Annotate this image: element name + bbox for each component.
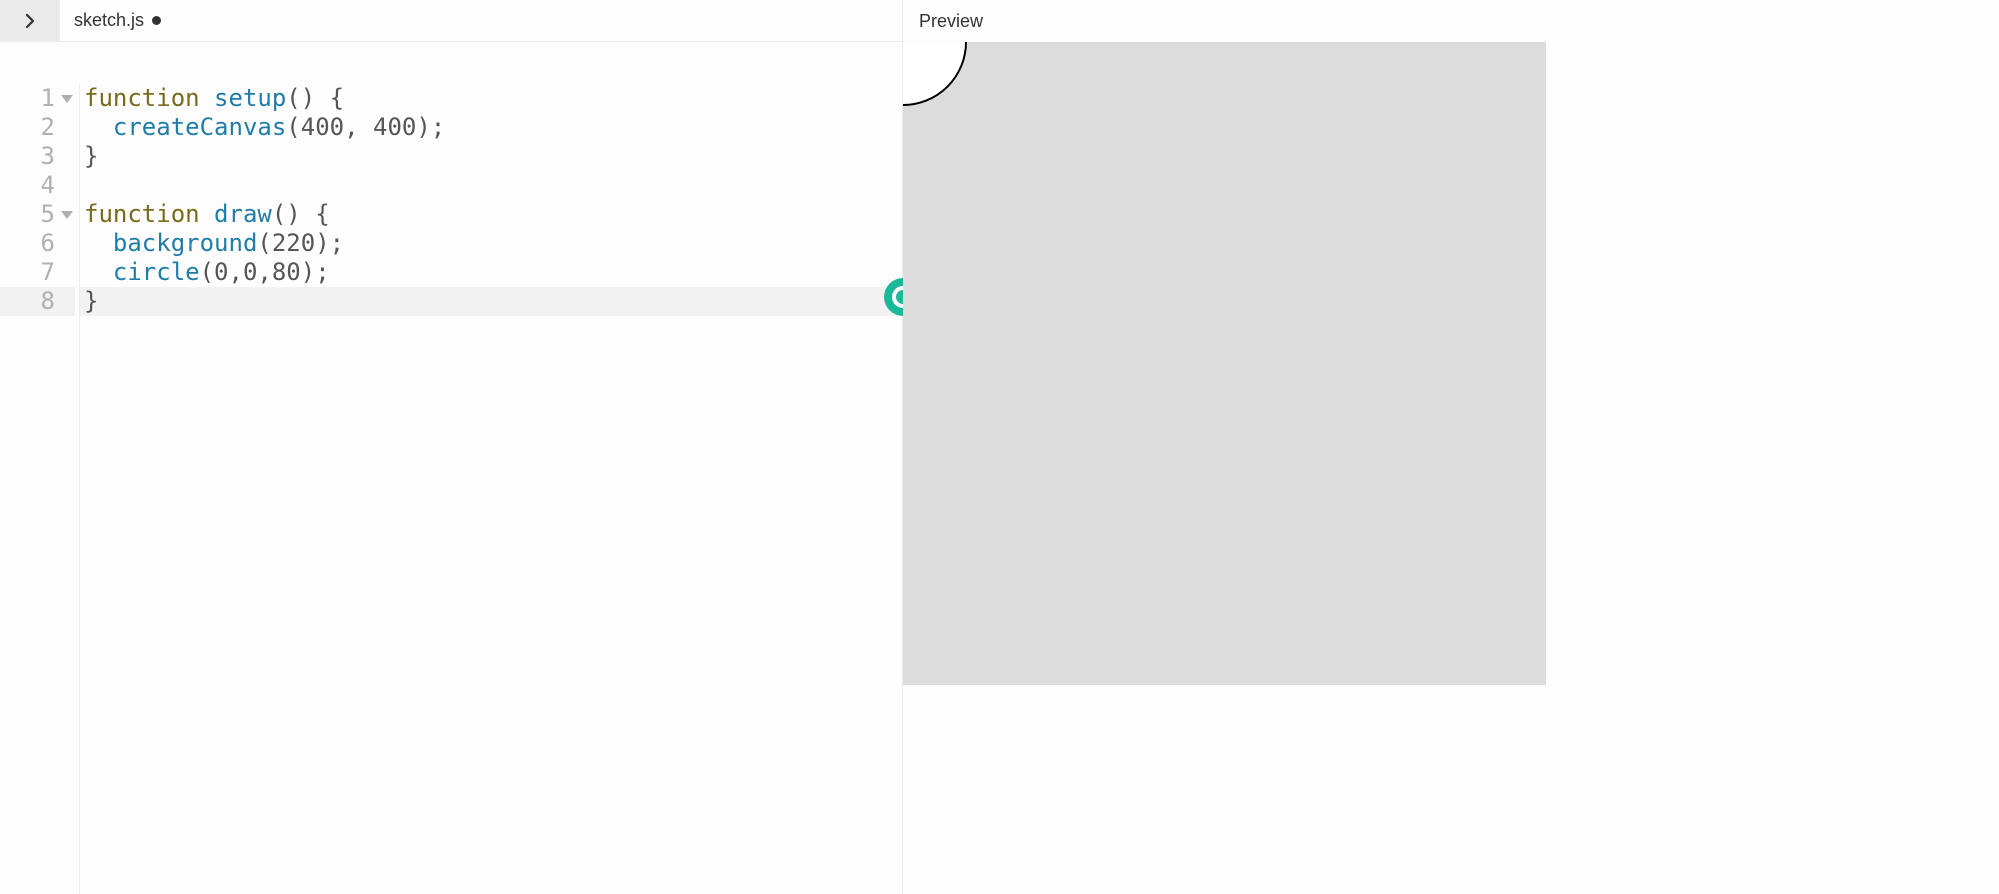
preview-title: Preview xyxy=(903,0,1999,42)
gutter-line: 3 xyxy=(0,142,75,171)
code-token: } xyxy=(84,287,98,315)
code-token: (400, 400); xyxy=(286,113,445,141)
code-line: circle(0,0,80); xyxy=(80,258,902,287)
gutter-line: 1 xyxy=(0,84,75,113)
editor-tabbar: sketch.js xyxy=(0,0,902,42)
file-tab-label: sketch.js xyxy=(74,10,144,31)
preview-panel: Preview xyxy=(903,0,1999,894)
code-token: (220); xyxy=(257,229,344,257)
gutter-line: 6 xyxy=(0,229,75,258)
code-line: } xyxy=(80,142,902,171)
gutter-line: 2 xyxy=(0,113,75,142)
preview-rendered-circle xyxy=(903,42,967,106)
gutter-line: 5 xyxy=(0,200,75,229)
code-token: function xyxy=(84,84,214,112)
code-token: } xyxy=(84,142,98,170)
code-token: setup xyxy=(214,84,286,112)
fold-arrow-icon[interactable] xyxy=(61,211,73,219)
code-token: draw xyxy=(214,200,272,228)
code-token xyxy=(84,258,113,286)
code-line: background(220); xyxy=(80,229,902,258)
code-lines: function setup() { createCanvas(400, 400… xyxy=(80,84,902,894)
code-token: background xyxy=(113,229,258,257)
app-root: sketch.js 12345678 function setup() { cr… xyxy=(0,0,1999,894)
code-line: createCanvas(400, 400); xyxy=(80,113,902,142)
code-token: function xyxy=(84,200,214,228)
code-token: createCanvas xyxy=(113,113,286,141)
chevron-right-icon xyxy=(21,12,39,30)
code-token: (0,0,80); xyxy=(200,258,330,286)
code-editor[interactable]: 12345678 function setup() { createCanvas… xyxy=(0,42,902,894)
line-gutter: 12345678 xyxy=(0,84,80,894)
gutter-line: 8 xyxy=(0,287,75,316)
editor-panel: sketch.js 12345678 function setup() { cr… xyxy=(0,0,903,894)
preview-canvas xyxy=(903,42,1546,685)
gutter-line: 7 xyxy=(0,258,75,287)
code-token: circle xyxy=(113,258,200,286)
code-line: } xyxy=(80,287,902,316)
file-tab-sketch[interactable]: sketch.js xyxy=(60,0,175,41)
code-line xyxy=(80,171,902,200)
code-token: () { xyxy=(286,84,344,112)
code-token xyxy=(84,229,113,257)
code-token xyxy=(84,113,113,141)
expand-sidebar-button[interactable] xyxy=(0,0,60,41)
code-token: () { xyxy=(272,200,330,228)
code-line: function draw() { xyxy=(80,200,902,229)
unsaved-dot-icon xyxy=(152,16,161,25)
code-line: function setup() { xyxy=(80,84,902,113)
gutter-line: 4 xyxy=(0,171,75,200)
fold-arrow-icon[interactable] xyxy=(61,95,73,103)
